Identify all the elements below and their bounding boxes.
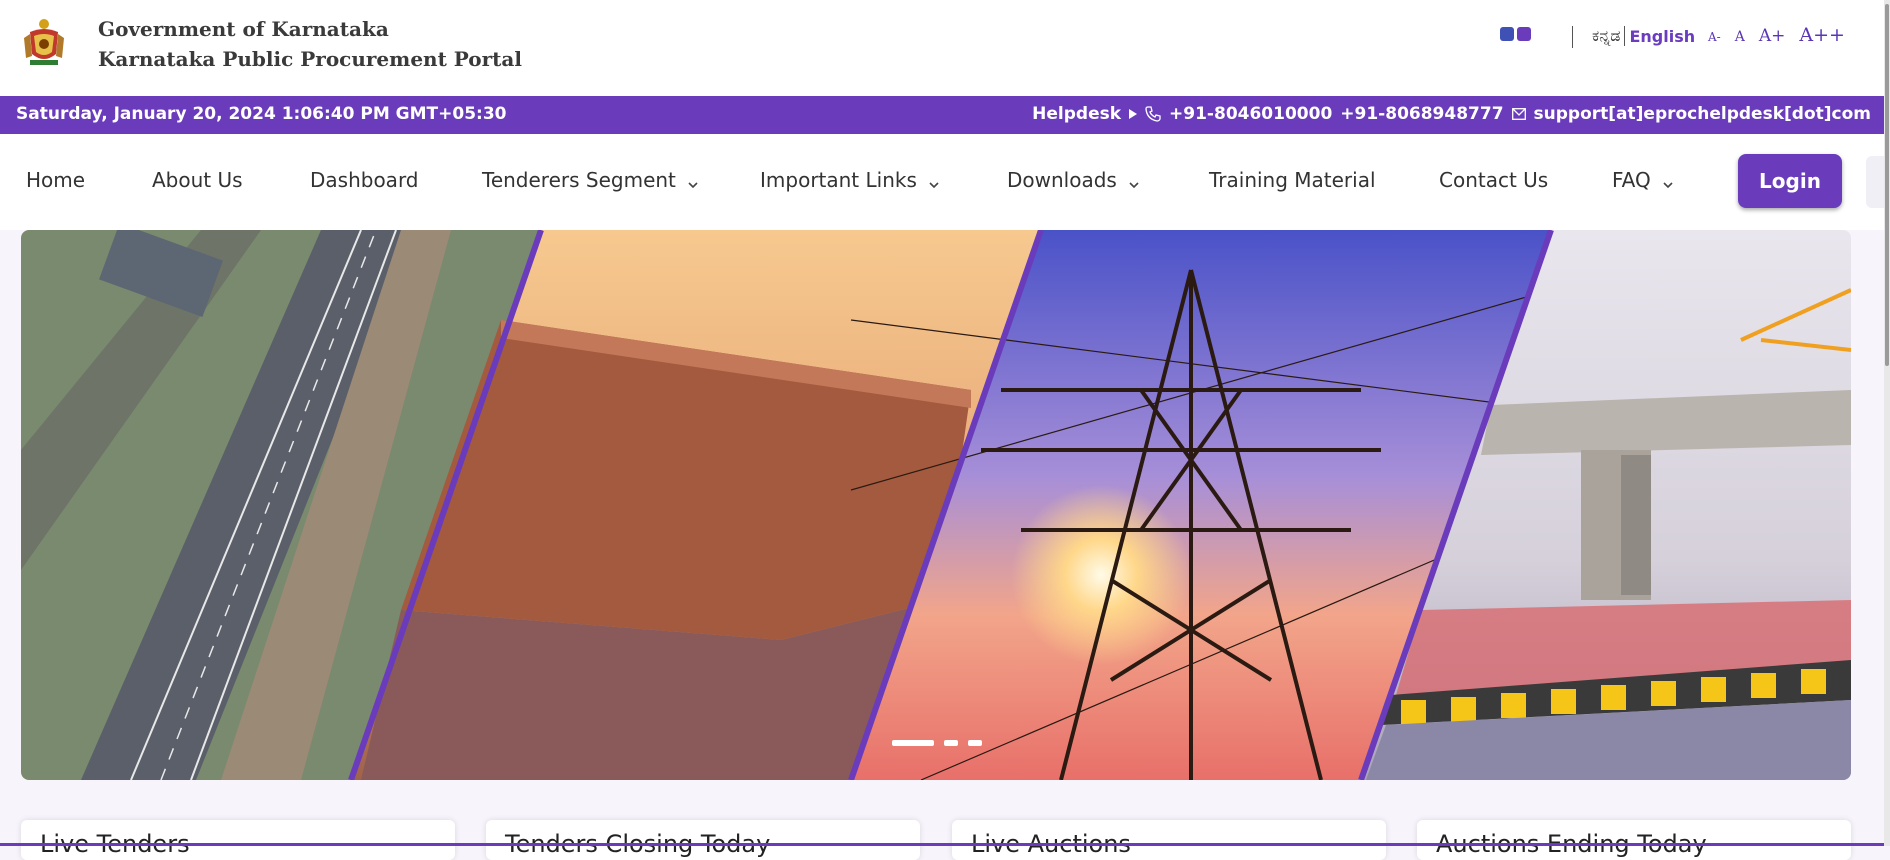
language-switcher: ಕನ್ನಡ English (1592, 26, 1695, 46)
login-button[interactable]: Login (1738, 154, 1842, 208)
current-datetime: Saturday, January 20, 2024 1:06:40 PM GM… (16, 104, 507, 124)
nav-dashboard[interactable]: Dashboard (310, 168, 419, 192)
phone-icon (1145, 106, 1161, 122)
header-divider (1572, 26, 1573, 48)
font-size-controls: A- A A+ A++ (1708, 24, 1845, 46)
helpdesk-email[interactable]: support[at]eprochelpdesk[dot]com (1534, 104, 1871, 124)
nav-label: FAQ (1612, 168, 1651, 192)
nav-about-us[interactable]: About Us (152, 168, 243, 192)
carousel-dot-1[interactable] (892, 740, 934, 746)
government-title: Government of Karnataka (98, 17, 389, 41)
helpdesk-label: Helpdesk (1032, 104, 1122, 124)
nav-label: Contact Us (1439, 168, 1549, 192)
nav-training-material[interactable]: Training Material (1209, 168, 1376, 192)
nav-label: Training Material (1209, 168, 1376, 192)
header: Government of Karnataka Karnataka Public… (0, 0, 1890, 96)
nav-contact-us[interactable]: Contact Us (1439, 168, 1548, 192)
font-increase-button[interactable]: A+ (1759, 26, 1786, 46)
caret-right-icon (1129, 109, 1138, 119)
card-live-tenders[interactable]: Live Tenders (21, 820, 455, 860)
nav-label: Important Links (760, 168, 917, 192)
nav-important-links[interactable]: Important Links (760, 168, 941, 192)
karnataka-emblem-icon[interactable] (20, 16, 68, 68)
helpdesk-phone-2[interactable]: +91-8068948777 (1340, 104, 1503, 124)
carousel-dot-3[interactable] (968, 740, 982, 746)
chevron-down-icon (686, 173, 700, 189)
carousel-indicators (892, 740, 982, 746)
theme-purple-button[interactable] (1517, 27, 1531, 41)
theme-switcher (1500, 27, 1531, 41)
helpdesk-contact: Helpdesk +91-8046010000 +91-8068948777 s… (1032, 104, 1871, 124)
card-live-auctions[interactable]: Live Auctions (952, 820, 1386, 860)
card-auctions-ending-today[interactable]: Auctions Ending Today (1417, 820, 1851, 860)
nav-label: Home (26, 168, 86, 192)
nav-faq[interactable]: FAQ (1612, 168, 1675, 192)
font-max-button[interactable]: A++ (1799, 24, 1845, 46)
nav-tenderers-segment[interactable]: Tenderers Segment (482, 168, 700, 192)
nav-downloads[interactable]: Downloads (1007, 168, 1141, 192)
theme-blue-button[interactable] (1500, 27, 1514, 41)
info-bar: Saturday, January 20, 2024 1:06:40 PM GM… (0, 96, 1890, 134)
main-navigation: Home About Us Dashboard Tenderers Segmen… (0, 134, 1890, 230)
helpdesk-phone-1[interactable]: +91-8046010000 (1169, 104, 1332, 124)
portal-titles: Government of Karnataka Karnataka Public… (98, 14, 522, 74)
nav-label: Downloads (1007, 168, 1117, 192)
card-tenders-closing-today[interactable]: Tenders Closing Today (486, 820, 920, 860)
nav-home[interactable]: Home (26, 168, 85, 192)
chevron-down-icon (1127, 173, 1141, 189)
font-decrease-button[interactable]: A- (1708, 30, 1721, 44)
language-english-link[interactable]: English (1629, 27, 1695, 46)
mail-icon (1511, 108, 1526, 120)
language-kannada-link[interactable]: ಕನ್ನಡ (1592, 26, 1626, 46)
nav-label: Tenderers Segment (482, 168, 676, 192)
portal-title: Karnataka Public Procurement Portal (98, 47, 522, 71)
carousel-dot-2[interactable] (944, 740, 958, 746)
page-scrollbar-thumb[interactable] (1885, 4, 1889, 366)
font-normal-button[interactable]: A (1735, 29, 1745, 45)
chevron-down-icon (927, 173, 941, 189)
nav-label: Dashboard (310, 168, 419, 192)
nav-label: About Us (152, 168, 243, 192)
hero-carousel[interactable] (21, 230, 1851, 780)
chevron-down-icon (1661, 173, 1675, 189)
